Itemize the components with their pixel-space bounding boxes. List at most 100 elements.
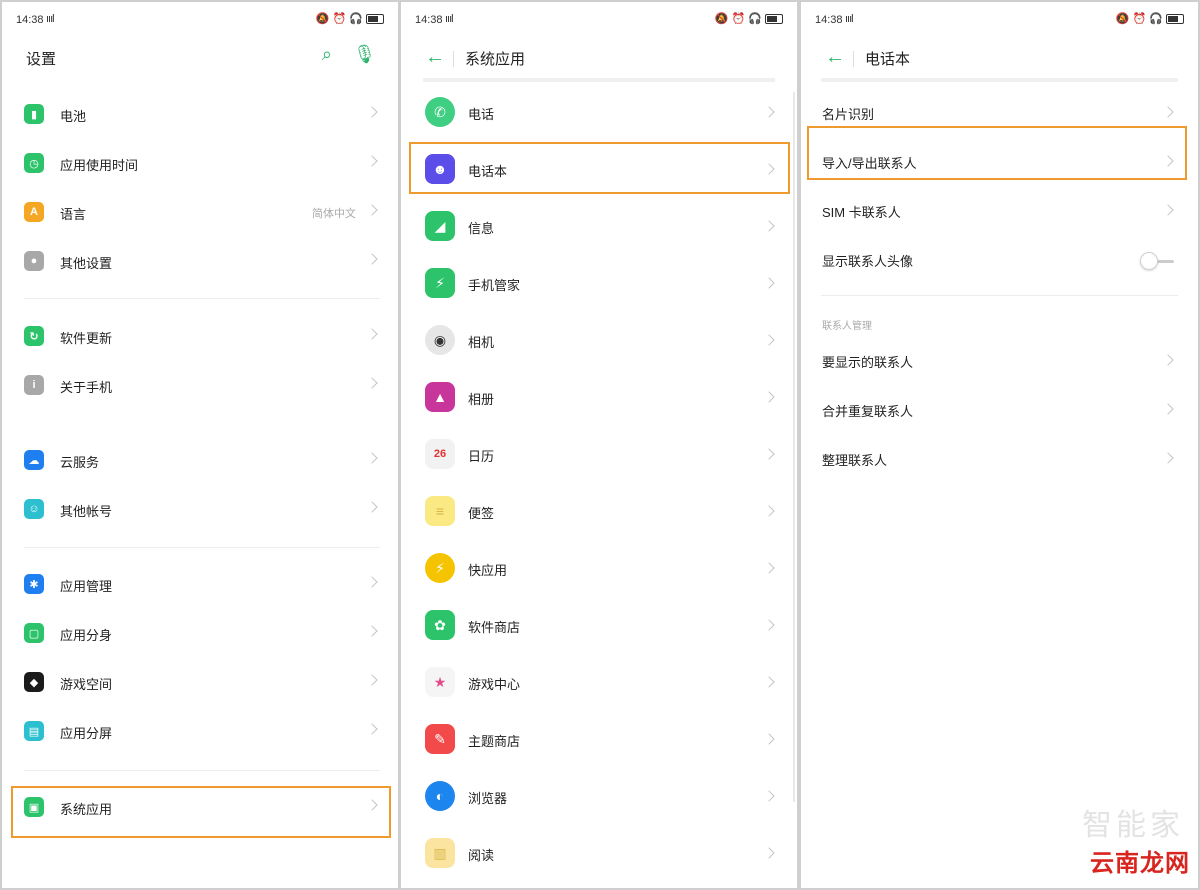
- chevron-right-icon: [763, 334, 775, 346]
- settings-item-clock[interactable]: ◷ 应用使用时间: [2, 143, 398, 183]
- app-item-phone[interactable]: ✆ 电话: [401, 85, 797, 141]
- app-item-theme-store[interactable]: ✎ 主题商店: [401, 712, 797, 768]
- settings-item-settings[interactable]: ● 其他设置: [2, 241, 398, 281]
- settings-item-label: 应用管理: [60, 579, 113, 594]
- section-divider: [24, 547, 380, 548]
- chevron-right-icon: [366, 501, 378, 513]
- chevron-right-icon: [1162, 403, 1174, 415]
- system-apps-screen: 14:38 ıııl 🔕 ⏰ 🎧 ← 系统应用 ✆ 电话 ☻ 电话本 ◢ 信息 ⚡ 手机管家 ◉…: [401, 2, 797, 888]
- contacts-option[interactable]: 导入/导出联系人: [801, 140, 1198, 184]
- page-title: 电话本: [865, 51, 911, 68]
- app-item-label: 相机: [468, 335, 495, 350]
- settings-icon: ●: [24, 251, 44, 271]
- settings-item-label: 应用分屏: [60, 726, 113, 741]
- settings-item-update[interactable]: ↻ 软件更新: [2, 316, 398, 356]
- app-item-label: 游戏中心: [468, 677, 521, 692]
- header: 设置 ⌕ 🎙: [2, 40, 398, 76]
- app-item-label: 主题商店: [468, 734, 521, 749]
- contacts-option[interactable]: 显示联系人头像: [801, 238, 1198, 282]
- microphone-icon[interactable]: 🎙: [353, 44, 376, 65]
- chevron-right-icon: [366, 452, 378, 464]
- app-item-quick-app[interactable]: ⚡ 快应用: [401, 541, 797, 597]
- app-item-gallery[interactable]: ▲ 相册: [401, 370, 797, 426]
- settings-item-language[interactable]: A 语言 简体中文: [2, 192, 398, 232]
- chevron-right-icon: [366, 155, 378, 167]
- app-item-messages[interactable]: ◢ 信息: [401, 199, 797, 255]
- settings-item-info[interactable]: i 关于手机: [2, 365, 398, 405]
- settings-item-label: 电池: [60, 109, 87, 124]
- app-item-app-store[interactable]: ✿ 软件商店: [401, 598, 797, 654]
- back-arrow-icon[interactable]: ←: [425, 46, 445, 69]
- mute-icon: 🔕: [714, 13, 729, 25]
- app-item-label: 信息: [468, 221, 495, 236]
- settings-item-split-screen[interactable]: ▤ 应用分屏: [2, 711, 398, 751]
- app-item-label: 电话本: [468, 164, 508, 179]
- chevron-right-icon: [1162, 155, 1174, 167]
- chevron-right-icon: [366, 674, 378, 686]
- app-item-game-center[interactable]: ★ 游戏中心: [401, 655, 797, 711]
- contacts-option[interactable]: SIM 卡联系人: [801, 189, 1198, 233]
- app-item-reader[interactable]: ▥ 阅读: [401, 826, 797, 882]
- settings-item-label: 其他帐号: [60, 504, 113, 519]
- app-item-contacts[interactable]: ☻ 电话本: [401, 142, 797, 198]
- chevron-right-icon: [366, 253, 378, 265]
- settings-item-game-space[interactable]: ◆ 游戏空间: [2, 662, 398, 702]
- settings-item-user[interactable]: ☺ 其他帐号: [2, 489, 398, 529]
- header: ← 电话本: [801, 40, 1198, 76]
- app-item-notes[interactable]: ≡ 便签: [401, 484, 797, 540]
- chevron-right-icon: [1162, 204, 1174, 216]
- watermark-text: 智能家: [1082, 809, 1184, 842]
- messages-icon: ◢: [425, 211, 455, 241]
- chevron-right-icon: [366, 328, 378, 340]
- header-separator: [453, 51, 454, 67]
- settings-item-label: 应用分身: [60, 628, 113, 643]
- game-center-icon: ★: [425, 667, 455, 697]
- contacts-management-option[interactable]: 合并重复联系人: [801, 388, 1198, 432]
- info-icon: i: [24, 375, 44, 395]
- chevron-right-icon: [1162, 452, 1174, 464]
- phone-icon: ✆: [425, 97, 455, 127]
- contacts-option[interactable]: 名片识别: [801, 91, 1198, 135]
- show-avatar-toggle[interactable]: [1140, 252, 1174, 270]
- section-divider: [24, 770, 380, 771]
- settings-item-clone[interactable]: ▢ 应用分身: [2, 613, 398, 653]
- app-item-calendar[interactable]: 26 日历: [401, 427, 797, 483]
- contacts-management-option[interactable]: 要显示的联系人: [801, 339, 1198, 383]
- theme-store-icon: ✎: [425, 724, 455, 754]
- chevron-right-icon: [763, 733, 775, 745]
- app-item-camera[interactable]: ◉ 相机: [401, 313, 797, 369]
- back-arrow-icon[interactable]: ←: [825, 46, 845, 69]
- search-icon[interactable]: ⌕: [322, 44, 332, 65]
- signal-icon: ıııl: [46, 13, 55, 25]
- chevron-right-icon: [1162, 106, 1174, 118]
- settings-item-system-apps[interactable]: ▣ 系统应用: [2, 787, 398, 827]
- battery-status-icon: [1166, 13, 1184, 24]
- app-item-phone-manager[interactable]: ⚡ 手机管家: [401, 256, 797, 312]
- contacts-management-option[interactable]: 整理联系人: [801, 437, 1198, 481]
- chevron-right-icon: [366, 799, 378, 811]
- mute-icon: 🔕: [315, 13, 330, 25]
- app-item-label: 日历: [468, 449, 495, 464]
- chevron-right-icon: [763, 676, 775, 688]
- settings-item-cloud[interactable]: ☁ 云服务: [2, 440, 398, 480]
- chevron-right-icon: [763, 790, 775, 802]
- section-title: 联系人管理: [822, 321, 872, 332]
- header-separator: [853, 51, 854, 67]
- alarm-icon: ⏰: [731, 13, 746, 25]
- status-bar: 14:38 ıııl 🔕 ⏰ 🎧: [401, 2, 797, 36]
- settings-item-apps[interactable]: ✱ 应用管理: [2, 564, 398, 604]
- app-item-label: 手机管家: [468, 278, 521, 293]
- scrollbar[interactable]: [793, 92, 795, 802]
- settings-item-battery[interactable]: ▮ 电池: [2, 94, 398, 134]
- settings-item-label: 应用使用时间: [60, 158, 139, 173]
- app-item-label: 软件商店: [468, 620, 521, 635]
- reader-icon: ▥: [425, 838, 455, 868]
- contacts-option-label: 名片识别: [822, 107, 875, 122]
- watermark-logo: 云南龙网: [1090, 850, 1190, 877]
- contacts-screen: 14:38 ıııl 🔕 ⏰ 🎧 ← 电话本 名片识别 导入/导出联系人 SIM 卡…: [801, 2, 1198, 888]
- settings-item-label: 云服务: [60, 455, 100, 470]
- chevron-right-icon: [366, 377, 378, 389]
- app-item-browser[interactable]: ◐ 浏览器: [401, 769, 797, 825]
- settings-item-value: 简体中文: [312, 208, 356, 220]
- headphone-icon: 🎧: [748, 13, 762, 25]
